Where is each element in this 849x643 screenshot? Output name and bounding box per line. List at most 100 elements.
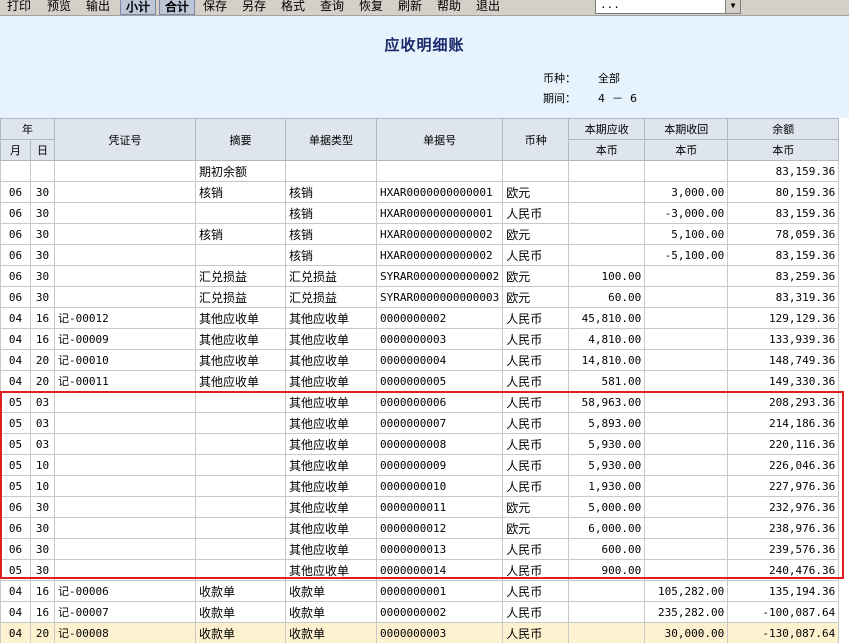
table-row[interactable]: 06 30 其他应收单 0000000011 欧元 5,000.00 232,976.36 <box>0 496 840 518</box>
cell-currency: 欧元 <box>502 286 570 308</box>
cell-received: 3,000.00 <box>644 181 729 203</box>
cell-balance: 80,159.36 <box>727 181 840 203</box>
table-row[interactable]: 06 30 汇兑损益 汇兑损益 SYRAR0000000000003 欧元 60.00 83,… <box>0 286 840 308</box>
toolbar-dropdown[interactable]: ... ▼ <box>595 0 741 14</box>
exit-button[interactable]: 退出 <box>471 0 505 15</box>
cell-summary: 核销 <box>195 181 286 203</box>
export-button[interactable]: 输出 <box>81 0 115 15</box>
cell-balance: 148,749.36 <box>727 349 840 371</box>
cell-receivable <box>568 181 646 203</box>
table-row[interactable]: 05 30 其他应收单 0000000014 人民币 900.00 240,476.36 <box>0 559 840 581</box>
preview-button[interactable]: 预览 <box>42 0 76 15</box>
cell-receivable: 600.00 <box>568 538 646 560</box>
cell-month: 04 <box>0 601 31 623</box>
table-row[interactable]: 05 10 其他应收单 0000000009 人民币 5,930.00 226,046.36 <box>0 454 840 476</box>
table-row[interactable]: 期初余额 83,159.36 <box>0 160 840 182</box>
col-balance[interactable]: 余额 <box>727 118 840 140</box>
table-row[interactable]: 04 16 记-00009 其他应收单 其他应收单 0000000003 人民币 4,810.… <box>0 328 840 350</box>
cell-voucher <box>54 412 196 434</box>
cell-voucher <box>54 223 196 245</box>
cell-summary <box>195 433 286 455</box>
cell-month <box>0 160 31 182</box>
cell-summary: 其他应收单 <box>195 307 286 329</box>
cell-month: 06 <box>0 202 31 224</box>
table-row[interactable]: 06 30 核销 核销 HXAR0000000000001 欧元 3,000.00 80,15… <box>0 181 840 203</box>
cell-month: 06 <box>0 538 31 560</box>
col-month[interactable]: 月 <box>0 139 31 161</box>
table-row[interactable]: 04 20 记-00011 其他应收单 其他应收单 0000000005 人民币 581.00… <box>0 370 840 392</box>
cell-day: 30 <box>30 538 55 560</box>
period-label: 期间： <box>543 92 576 105</box>
cell-summary: 其他应收单 <box>195 370 286 392</box>
cell-currency: 人民币 <box>502 244 570 266</box>
cell-day: 30 <box>30 223 55 245</box>
save-as-button[interactable]: 另存 <box>237 0 271 15</box>
cell-day: 30 <box>30 265 55 287</box>
restore-button[interactable]: 恢复 <box>354 0 388 15</box>
cell-received <box>644 496 729 518</box>
table-row[interactable]: 05 10 其他应收单 0000000010 人民币 1,930.00 227,976.36 <box>0 475 840 497</box>
col-voucher[interactable]: 凭证号 <box>54 118 196 161</box>
cell-day: 30 <box>30 517 55 539</box>
ledger-table: 年 凭证号 摘要 单据类型 单据号 币种 本期应收 本期收回 余额 月 日 本币… <box>0 118 840 643</box>
subtotal-button[interactable]: 小计 <box>120 0 156 15</box>
cell-received <box>644 412 729 434</box>
cell-doc-no: HXAR0000000000001 <box>375 202 504 224</box>
total-button[interactable]: 合计 <box>159 0 195 15</box>
table-row[interactable]: 06 30 核销 HXAR0000000000002 人民币 -5,100.00 83,15… <box>0 244 840 266</box>
cell-voucher <box>54 517 196 539</box>
table-row[interactable]: 06 30 其他应收单 0000000013 人民币 600.00 239,576.36 <box>0 538 840 560</box>
table-row[interactable]: 06 30 汇兑损益 汇兑损益 SYRAR0000000000002 欧元 100.00 83… <box>0 265 840 287</box>
table-row[interactable]: 04 20 记-00008 收款单 收款单 0000000003 人民币 30,000.00-… <box>0 622 840 643</box>
col-received[interactable]: 本期收回 <box>644 118 729 140</box>
cell-currency: 欧元 <box>502 517 570 539</box>
cell-doc-no: 0000000002 <box>375 601 504 623</box>
cell-doc-type: 其他应收单 <box>285 328 377 350</box>
print-button[interactable]: 打印 <box>2 0 36 15</box>
cell-doc-type: 其他应收单 <box>285 412 377 434</box>
col-doc-type[interactable]: 单据类型 <box>285 118 377 161</box>
cell-received <box>644 433 729 455</box>
cell-doc-type: 核销 <box>285 181 377 203</box>
cell-month: 05 <box>0 454 31 476</box>
cell-doc-type: 汇兑损益 <box>285 286 377 308</box>
col-currency[interactable]: 币种 <box>502 118 570 161</box>
col-receivable[interactable]: 本期应收 <box>568 118 646 140</box>
cell-receivable: 5,930.00 <box>568 454 646 476</box>
table-row[interactable]: 06 30 其他应收单 0000000012 欧元 6,000.00 238,976.36 <box>0 517 840 539</box>
cell-day: 03 <box>30 433 55 455</box>
cell-received <box>644 307 729 329</box>
table-row[interactable]: 05 03 其他应收单 0000000007 人民币 5,893.00 214,186.36 <box>0 412 840 434</box>
cell-summary <box>195 454 286 476</box>
table-row[interactable]: 05 03 其他应收单 0000000006 人民币 58,963.00 208,293.3… <box>0 391 840 413</box>
table-row[interactable]: 05 03 其他应收单 0000000008 人民币 5,930.00 220,116.36 <box>0 433 840 455</box>
refresh-button[interactable]: 刷新 <box>393 0 427 15</box>
cell-day: 10 <box>30 454 55 476</box>
cell-received <box>644 538 729 560</box>
cell-received <box>644 391 729 413</box>
cell-doc-no: 0000000006 <box>375 391 504 413</box>
cell-doc-no: 0000000014 <box>375 559 504 581</box>
col-doc-no[interactable]: 单据号 <box>375 118 504 161</box>
format-button[interactable]: 格式 <box>276 0 310 15</box>
cell-receivable: 5,000.00 <box>568 496 646 518</box>
cell-received <box>644 559 729 581</box>
table-row[interactable]: 06 30 核销 HXAR0000000000001 人民币 -3,000.00 83,15… <box>0 202 840 224</box>
cell-day: 20 <box>30 370 55 392</box>
table-row[interactable]: 06 30 核销 核销 HXAR0000000000002 欧元 5,100.00 78,05… <box>0 223 840 245</box>
cell-currency <box>502 160 570 182</box>
chevron-down-icon[interactable]: ▼ <box>725 0 740 13</box>
help-button[interactable]: 帮助 <box>432 0 466 15</box>
table-row[interactable]: 04 20 记-00010 其他应收单 其他应收单 0000000004 人民币 14,810… <box>0 349 840 371</box>
save-button[interactable]: 保存 <box>198 0 232 15</box>
col-day[interactable]: 日 <box>30 139 55 161</box>
cell-month: 04 <box>0 622 31 643</box>
table-row[interactable]: 04 16 记-00012 其他应收单 其他应收单 0000000002 人民币 45,810… <box>0 307 840 329</box>
table-row[interactable]: 04 16 记-00006 收款单 收款单 0000000001 人民币 105,282.00… <box>0 580 840 602</box>
cell-doc-no: SYRAR0000000000003 <box>375 286 504 308</box>
query-button[interactable]: 查询 <box>315 0 349 15</box>
table-row[interactable]: 04 16 记-00007 收款单 收款单 0000000002 人民币 235,282.00… <box>0 601 840 623</box>
cell-day: 03 <box>30 391 55 413</box>
cell-received <box>644 517 729 539</box>
col-summary[interactable]: 摘要 <box>195 118 286 161</box>
